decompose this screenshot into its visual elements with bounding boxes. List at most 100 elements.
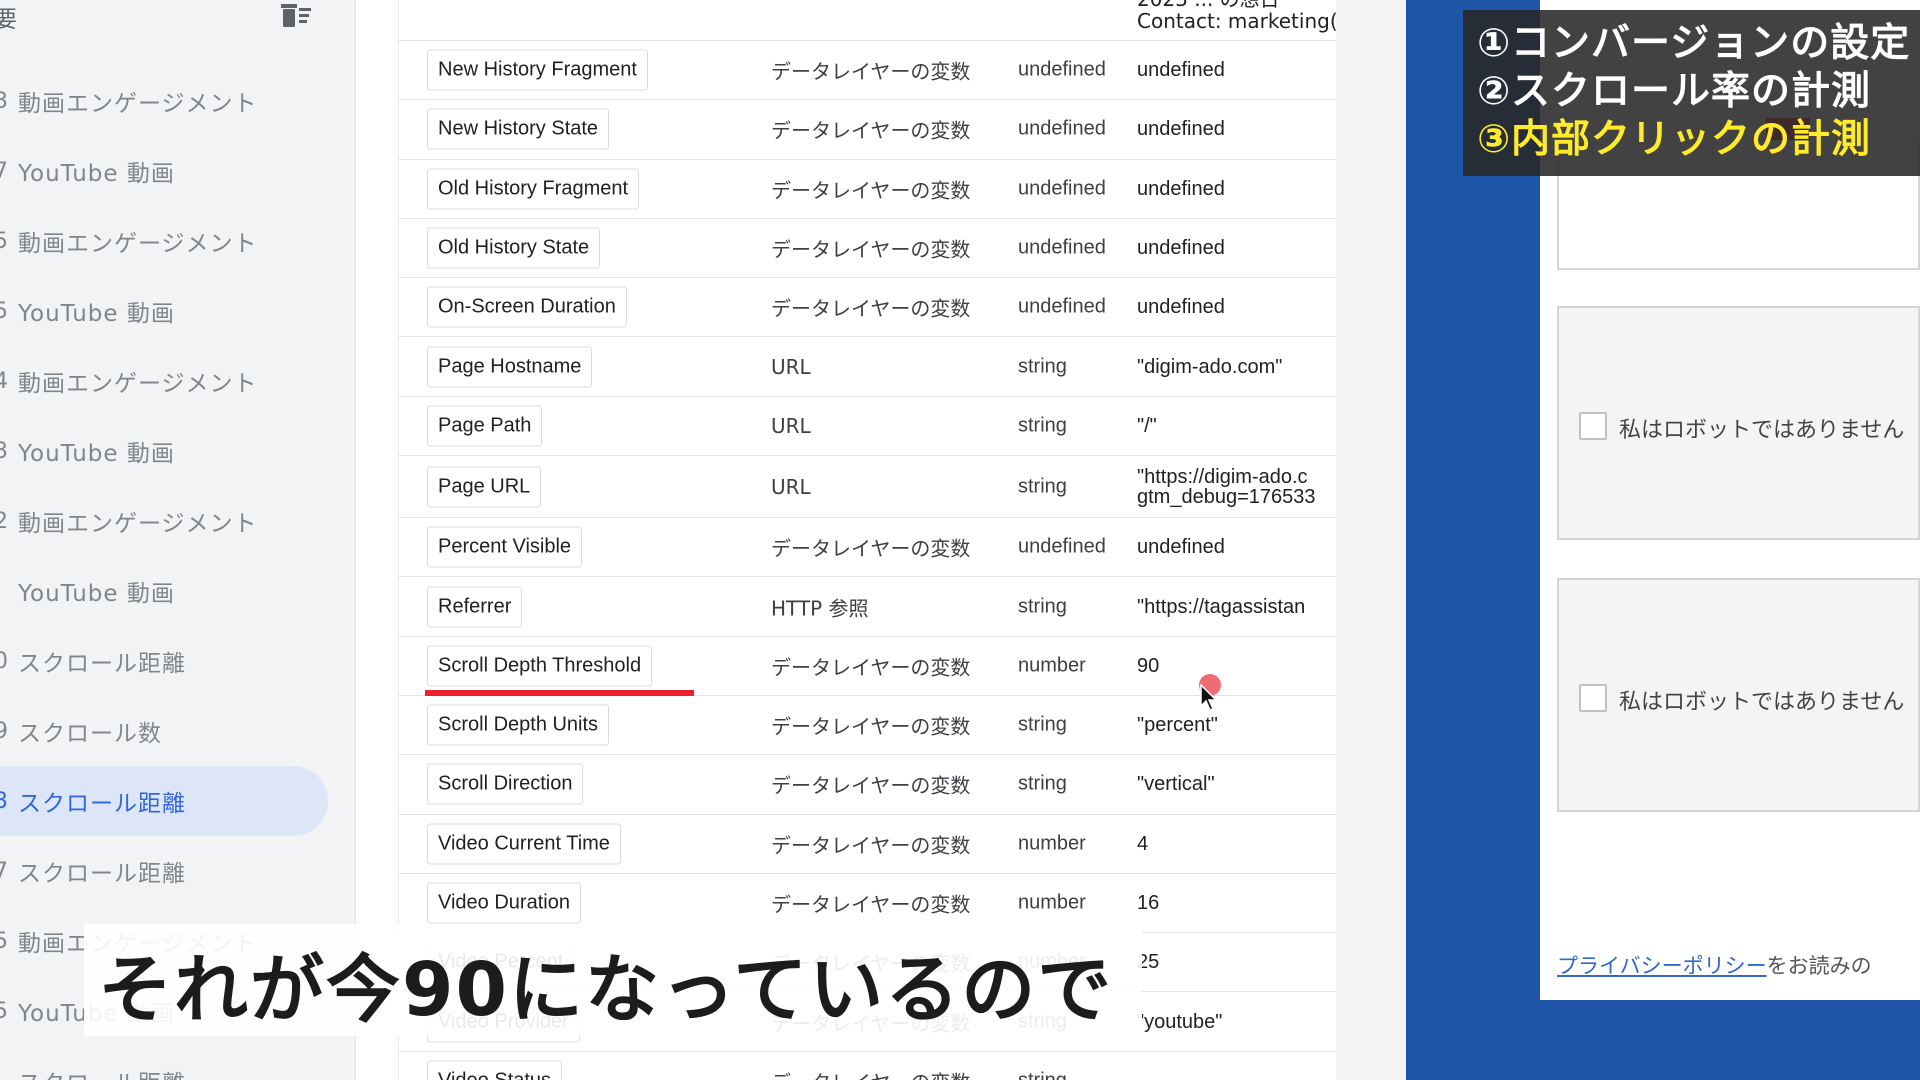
variable-value: undefined: [1137, 536, 1225, 559]
variable-data-type: undefined: [1018, 177, 1106, 200]
variable-row: Old History Fragment データレイヤーの変数 undefined u…: [399, 160, 1336, 219]
event-item-label: 動画エンゲージメント: [18, 91, 258, 117]
variable-name-chip[interactable]: Video Duration: [427, 882, 581, 924]
event-item-label: スクロール距離: [18, 1064, 186, 1080]
variable-name-chip[interactable]: Page URL: [427, 466, 542, 508]
event-item[interactable]: 9 スクロール数: [0, 696, 356, 766]
variable-row: Scroll Depth Units データレイヤーの変数 string "perce…: [399, 696, 1336, 756]
event-item[interactable]: 5 YouTube 動画: [0, 276, 356, 346]
variable-name-chip[interactable]: New History Fragment: [427, 49, 648, 91]
variable-type: データレイヤーの変数: [771, 536, 971, 561]
variable-data-type: undefined: [1018, 535, 1106, 558]
variable-name-chip[interactable]: Video Status: [427, 1060, 563, 1080]
variable-data-type: undefined: [1018, 295, 1106, 318]
recaptcha-checkbox-2[interactable]: [1579, 684, 1607, 712]
mouse-cursor-icon: [1200, 684, 1218, 711]
variable-row: Scroll Direction データレイヤーの変数 string "vertica…: [399, 755, 1336, 815]
event-item[interactable]: 3 YouTube 動画: [0, 416, 356, 486]
event-item[interactable]: 0 スクロール距離: [0, 626, 356, 696]
event-item-label: YouTube 動画: [18, 301, 175, 327]
variable-value: 16: [1137, 892, 1160, 914]
variable-value: undefined: [1137, 118, 1225, 141]
event-item[interactable]: 2 動画エンゲージメント: [0, 486, 356, 556]
top-value-line-2: Contact: marketing(: [1137, 9, 1336, 33]
step-1: ①コンバージョンの設定: [1477, 21, 1911, 66]
variable-row: Video Status データレイヤーの変数 string: [399, 1052, 1336, 1080]
event-item[interactable]: 7 YouTube 動画: [0, 136, 356, 206]
variable-row: On-Screen Duration データレイヤーの変数 undefined und…: [399, 278, 1336, 338]
event-item-label: スクロール距離: [18, 791, 186, 817]
event-item-number: 7: [0, 158, 8, 184]
variable-type: URL: [771, 474, 811, 499]
variable-row: New History Fragment データレイヤーの変数 undefined u…: [399, 41, 1336, 101]
variable-data-type: number: [1018, 654, 1086, 677]
event-item[interactable]: 4 動画エンゲージメント: [0, 346, 356, 416]
variable-type: HTTP 参照: [771, 596, 869, 621]
top-value-cell: 2023 ... の想日 Contact: marketing(: [1137, 0, 1336, 32]
variable-name-chip[interactable]: Old History State: [427, 227, 601, 269]
recaptcha-label-1: 私はロボットではありません: [1619, 418, 1905, 443]
variable-type: データレイヤーの変数: [771, 118, 971, 143]
event-item-number: 2: [0, 508, 8, 534]
event-item-number: 9: [0, 718, 8, 744]
variable-data-type: undefined: [1018, 58, 1106, 81]
variable-type: データレイヤーの変数: [771, 59, 971, 84]
variable-name-chip[interactable]: Scroll Depth Units: [427, 704, 610, 746]
variable-data-type: string: [1018, 772, 1067, 795]
variable-type: データレイヤーの変数: [771, 773, 971, 798]
event-item-label: 動画エンゲージメント: [18, 511, 258, 537]
recaptcha-box-1: 私はロボットではありません: [1557, 306, 1920, 540]
event-item[interactable]: 3 動画エンゲージメント: [0, 66, 356, 136]
event-item-label: スクロール数: [18, 721, 162, 747]
variable-row: Referrer HTTP 参照 string "https://tagassista…: [399, 577, 1336, 637]
variable-name-chip[interactable]: Video Current Time: [427, 823, 621, 865]
variable-row: Page Path URL string "/": [399, 397, 1336, 457]
clear-events-icon[interactable]: [278, 0, 314, 30]
variable-name-chip[interactable]: On-Screen Duration: [427, 286, 627, 328]
variable-data-type: string: [1018, 1069, 1067, 1080]
privacy-policy-link[interactable]: プライバシーポリシー: [1557, 954, 1767, 978]
variable-type: URL: [771, 413, 811, 438]
recaptcha-label-2: 私はロボットではありません: [1619, 690, 1905, 715]
variable-name-chip[interactable]: Old History Fragment: [427, 168, 640, 210]
variable-type: データレイヤーの変数: [771, 655, 971, 680]
variable-name-chip[interactable]: Page Path: [427, 405, 543, 447]
tutorial-steps-overlay: ①コンバージョンの設定 ②スクロール率の計測 ③内部クリックの計測: [1463, 10, 1920, 176]
event-item-label: 動画エンゲージメント: [18, 231, 258, 257]
variable-row: New History State データレイヤーの変数 undefined unde…: [399, 100, 1336, 160]
variable-value: 90: [1137, 654, 1160, 677]
variable-name-chip[interactable]: Referrer: [427, 586, 523, 628]
variable-value: undefined: [1137, 59, 1225, 82]
variable-type: データレイヤーの変数: [771, 178, 971, 203]
event-item-number: 5: [0, 998, 8, 1024]
variable-row: Page Hostname URL string "digim-ado.com": [399, 337, 1336, 397]
event-item-label: YouTube 動画: [18, 161, 175, 187]
variable-row: Percent Visible データレイヤーの変数 undefined undefi…: [399, 518, 1336, 578]
variable-value: 4: [1137, 832, 1149, 855]
step-2: ②スクロール率の計測: [1477, 69, 1872, 114]
event-item[interactable]: 5 動画エンゲージメント: [0, 206, 356, 276]
variable-value: "youtube": [1137, 1010, 1223, 1033]
sidebar-title: 要: [0, 7, 17, 33]
event-item[interactable]: 3 スクロール距離: [0, 766, 328, 836]
variable-name-chip[interactable]: New History State: [427, 108, 610, 150]
event-item-label: YouTube 動画: [18, 581, 175, 607]
event-item-number: 0: [0, 648, 8, 674]
variable-name-chip[interactable]: Scroll Depth Threshold: [427, 645, 653, 687]
recaptcha-checkbox-1[interactable]: [1579, 412, 1607, 440]
variable-data-type: number: [1018, 891, 1086, 914]
variable-value: "https://digim-ado.c gtm_debug=176533: [1137, 465, 1316, 508]
event-item[interactable]: YouTube 動画: [0, 556, 356, 626]
event-item-label: YouTube 動画: [18, 441, 175, 467]
event-item[interactable]: スクロール距離: [0, 1046, 356, 1080]
variable-name-chip[interactable]: Percent Visible: [427, 526, 583, 568]
event-item-number: 3: [0, 788, 8, 814]
variable-type: データレイヤーの変数: [771, 714, 971, 739]
variable-name-chip[interactable]: Page Hostname: [427, 346, 593, 388]
variable-data-type: string: [1018, 713, 1067, 736]
variable-data-type: string: [1018, 595, 1067, 618]
event-item-number: 5: [0, 928, 8, 954]
variable-name-chip[interactable]: Scroll Direction: [427, 763, 584, 805]
variable-type: データレイヤーの変数: [771, 833, 971, 858]
event-item[interactable]: 7 スクロール距離: [0, 836, 356, 906]
